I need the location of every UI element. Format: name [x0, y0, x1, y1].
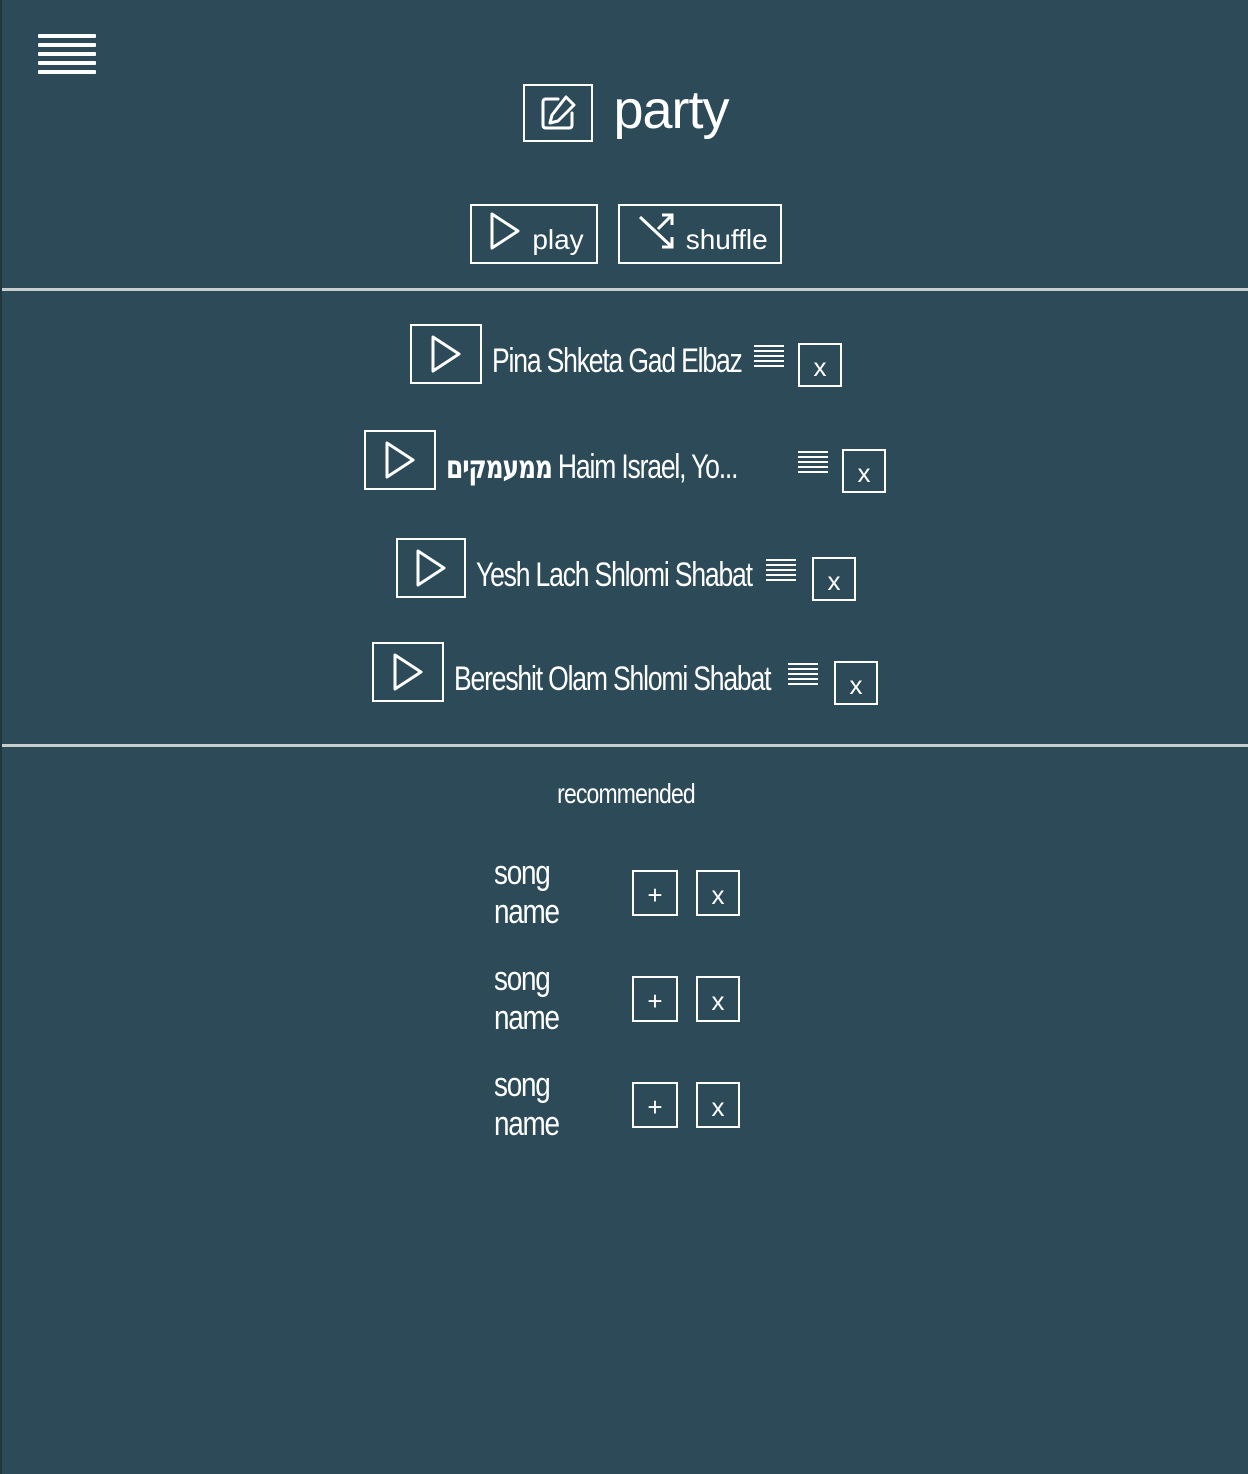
recommended-song-name: song name	[494, 1066, 560, 1143]
add-song-button[interactable]: +	[632, 870, 678, 916]
song-play-button[interactable]	[396, 538, 466, 598]
recommended-heading: recommended	[2, 778, 1248, 810]
remove-song-button[interactable]: x	[812, 557, 856, 601]
recommended-item: song name + x	[494, 1066, 740, 1143]
play-triangle-icon	[490, 212, 520, 250]
list-item: Pina Shketa Gad Elbaz x	[410, 322, 842, 387]
drag-handle-icon[interactable]	[766, 559, 796, 581]
divider-bottom	[2, 744, 1248, 747]
song-play-button[interactable]	[372, 642, 444, 702]
dismiss-song-button[interactable]: x	[696, 976, 740, 1022]
playlist-title: party	[613, 80, 729, 140]
recommended-song-name: song name	[494, 854, 560, 931]
playback-controls: play shuffle	[2, 204, 1248, 264]
edit-playlist-button[interactable]	[523, 84, 594, 142]
drag-handle-icon[interactable]	[754, 345, 784, 367]
drag-handle-icon[interactable]	[798, 451, 828, 473]
add-song-button[interactable]: +	[632, 976, 678, 1022]
song-title: Haim Israel, Yo...	[551, 447, 739, 486]
song-title: Bereshit Olam Shlomi Shabat	[454, 659, 771, 698]
divider-top	[2, 288, 1248, 291]
playlist-header: party	[2, 80, 1248, 142]
add-song-button[interactable]: +	[632, 1082, 678, 1128]
remove-song-button[interactable]: x	[842, 449, 886, 493]
recommended-item: song name + x	[494, 960, 740, 1037]
shuffle-icon	[638, 213, 674, 249]
song-title: Pina Shketa Gad Elbaz	[492, 341, 743, 380]
play-all-button[interactable]: play	[470, 204, 598, 264]
song-title: Yesh Lach Shlomi Shabat	[476, 555, 753, 594]
drag-handle-icon[interactable]	[788, 663, 818, 685]
recommended-heading-text: recommended	[557, 778, 696, 809]
play-triangle-icon	[416, 549, 446, 587]
remove-song-button[interactable]: x	[834, 661, 878, 705]
hamburger-menu-icon[interactable]	[38, 34, 96, 76]
shuffle-button[interactable]: shuffle	[617, 204, 782, 264]
recommended-song-name: song name	[494, 960, 560, 1037]
edit-pencil-icon	[541, 95, 576, 130]
play-triangle-icon	[385, 441, 415, 479]
shuffle-label: shuffle	[685, 224, 768, 255]
song-play-button[interactable]	[364, 430, 436, 490]
song-title-hebrew: ממעמקים	[446, 447, 553, 486]
play-all-label: play	[532, 224, 584, 255]
song-play-button[interactable]	[410, 324, 482, 384]
dismiss-song-button[interactable]: x	[696, 1082, 740, 1128]
play-triangle-icon	[393, 653, 423, 691]
list-item: Bereshit Olam Shlomi Shabat x	[372, 640, 878, 705]
remove-song-button[interactable]: x	[798, 343, 842, 387]
list-item: ממעמקים Haim Israel, Yo... x	[364, 428, 886, 493]
play-triangle-icon	[431, 335, 461, 373]
dismiss-song-button[interactable]: x	[696, 870, 740, 916]
list-item: Yesh Lach Shlomi Shabat x	[396, 536, 856, 601]
recommended-item: song name + x	[494, 854, 740, 931]
